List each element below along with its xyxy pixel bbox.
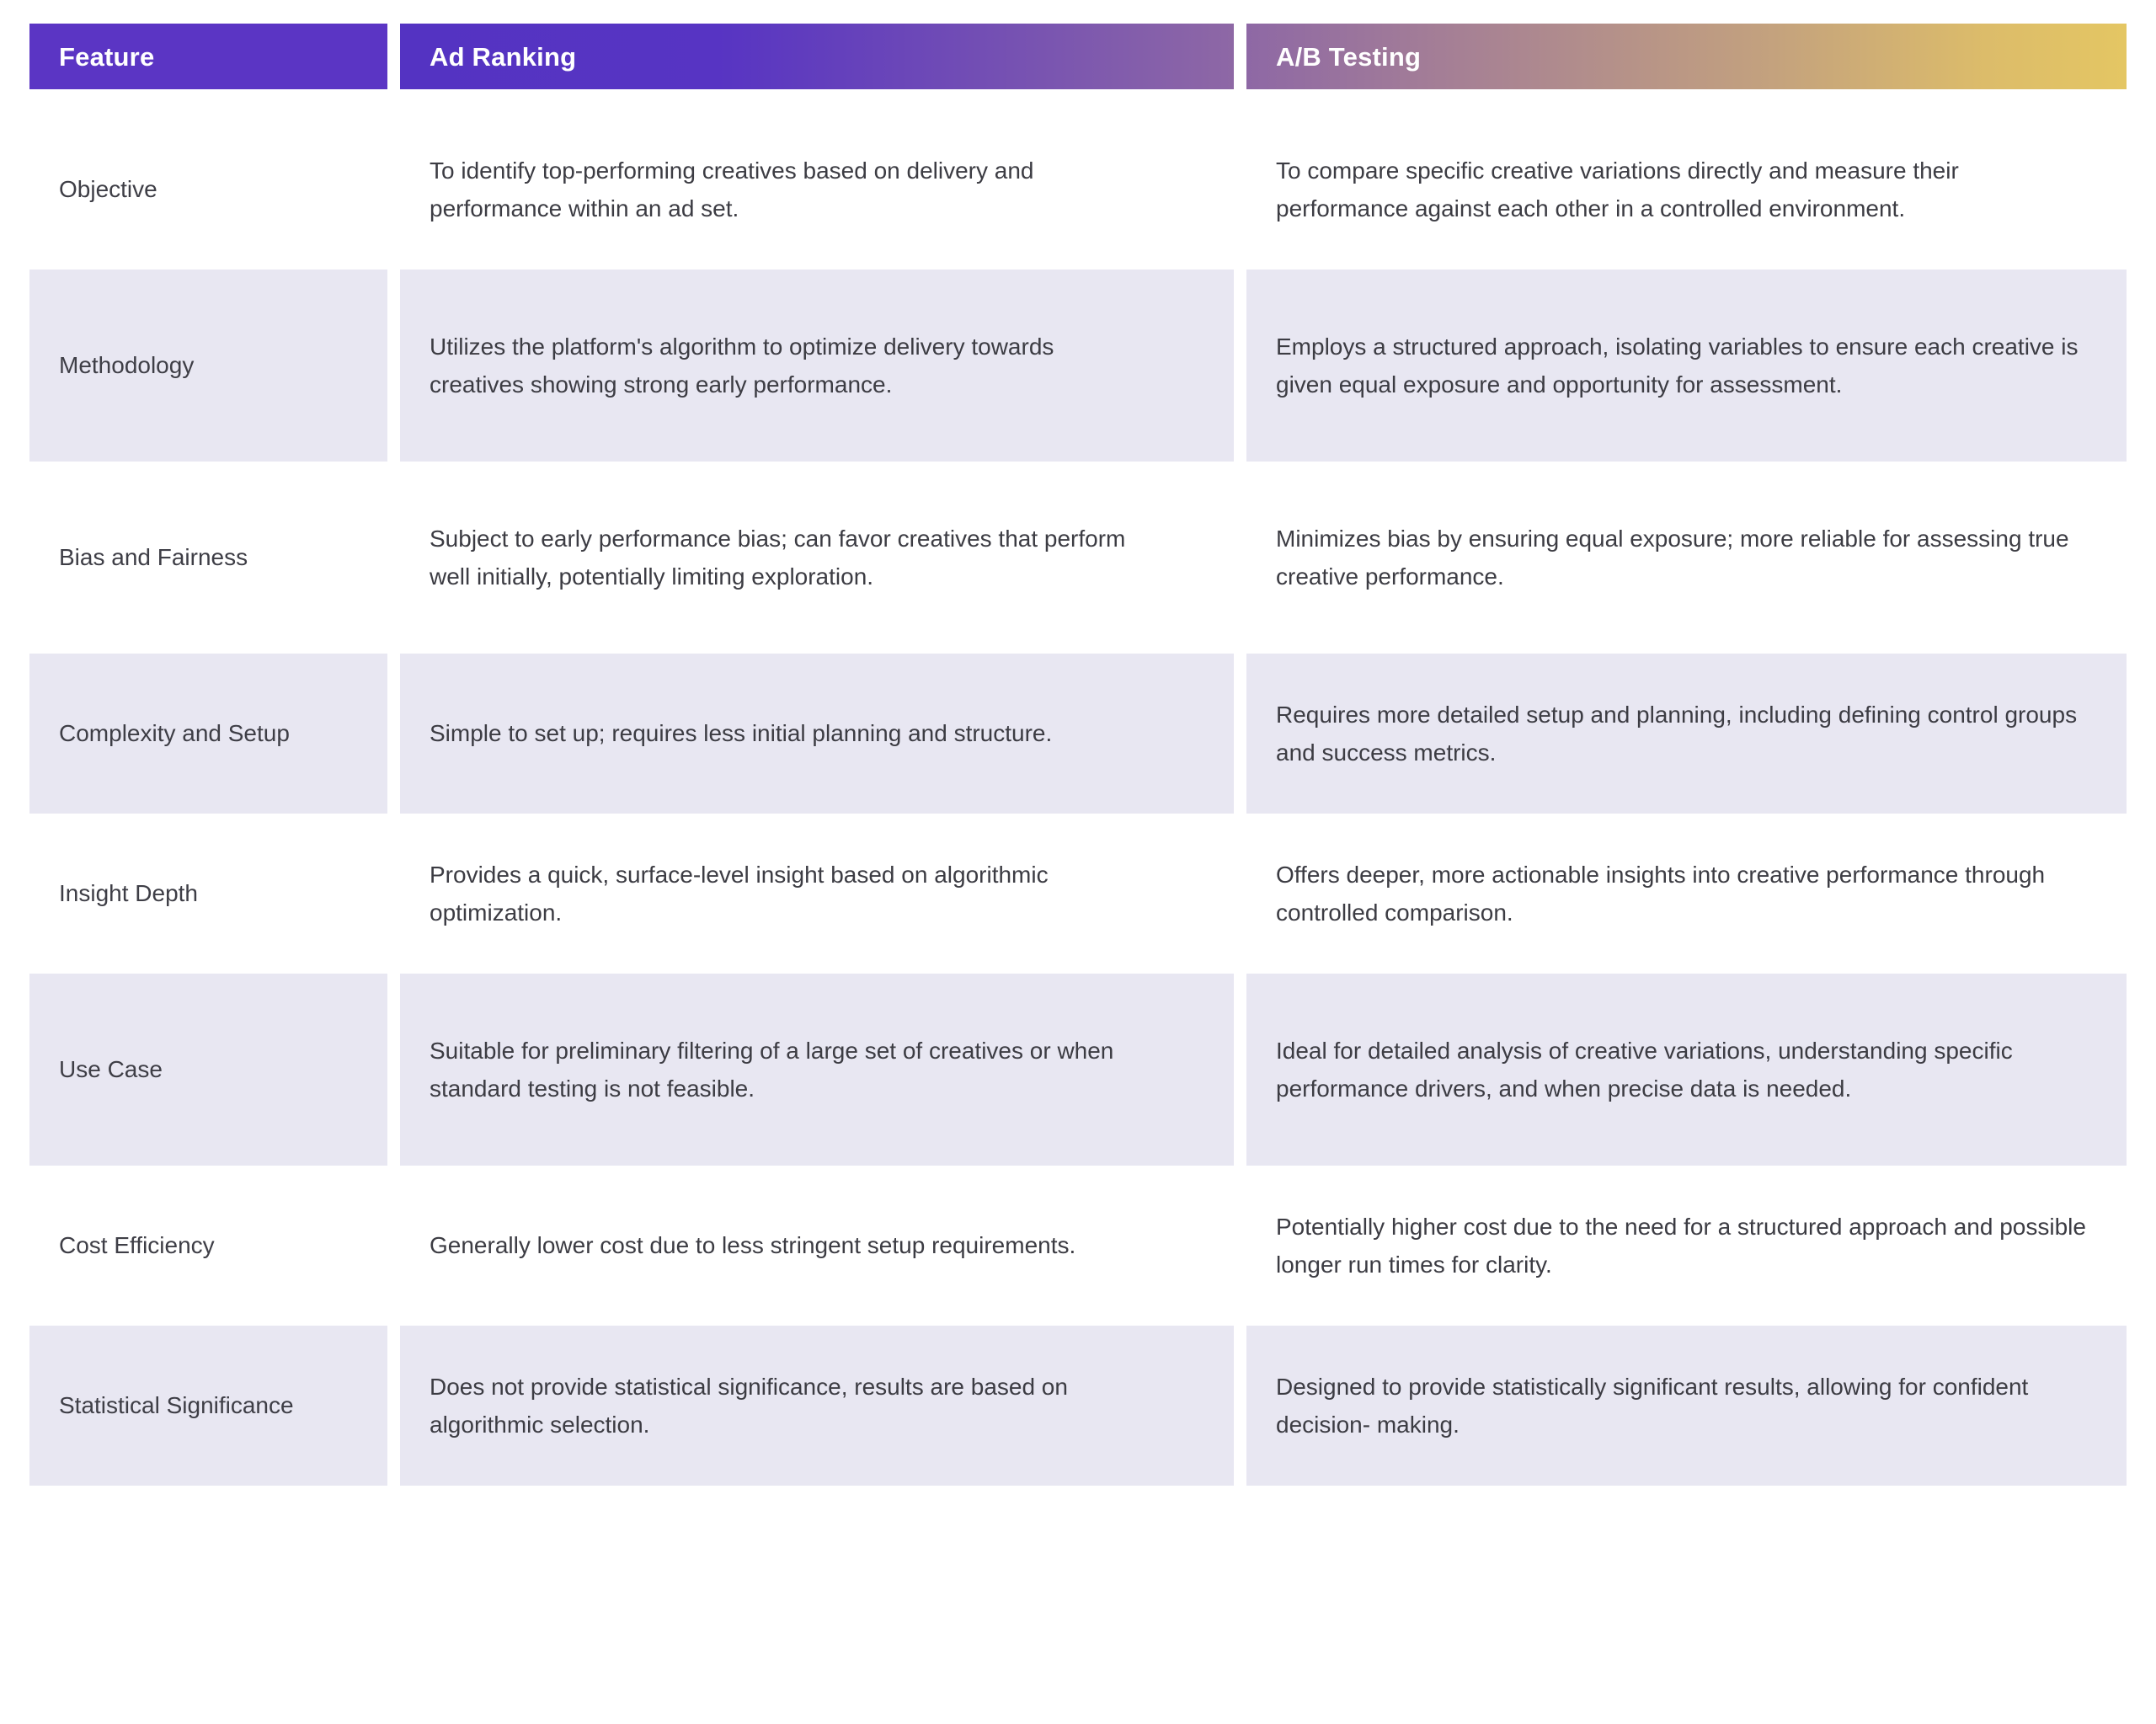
row-feature-cell: Cost Efficiency [29, 1166, 387, 1326]
row-ad-ranking-cell: Generally lower cost due to less stringe… [400, 1166, 1234, 1326]
row-feature-label: Use Case [59, 1056, 163, 1083]
table-row: Use Case Suitable for preliminary filter… [0, 974, 2156, 1166]
row-ad-ranking-text: Generally lower cost due to less stringe… [430, 1232, 1076, 1259]
row-feature-label: Statistical Significance [59, 1392, 294, 1419]
table-row: Objective To identify top-performing cre… [0, 109, 2156, 270]
row-feature-cell: Methodology [29, 270, 387, 462]
row-ab-testing-text: Offers deeper, more actionable insights … [1276, 861, 2046, 926]
row-ad-ranking-text: To identify top-performing creatives bas… [430, 157, 1034, 222]
row-feature-cell: Complexity and Setup [29, 654, 387, 814]
row-ab-testing-cell: Requires more detailed setup and plannin… [1246, 654, 2127, 814]
row-feature-cell: Bias and Fairness [29, 462, 387, 654]
table-row: Statistical Significance Does not provid… [0, 1326, 2156, 1486]
row-ab-testing-cell: Designed to provide statistically signif… [1246, 1326, 2127, 1486]
row-feature-cell: Use Case [29, 974, 387, 1166]
row-ad-ranking-cell: Suitable for preliminary filtering of a … [400, 974, 1234, 1166]
row-ad-ranking-text: Provides a quick, surface-level insight … [430, 861, 1049, 926]
table-row: Complexity and Setup Simple to set up; r… [0, 654, 2156, 814]
row-ab-testing-text: Potentially higher cost due to the need … [1276, 1213, 2086, 1278]
column-header-feature-label: Feature [59, 41, 155, 72]
row-ab-testing-cell: To compare specific creative variations … [1246, 109, 2127, 270]
row-ad-ranking-cell: To identify top-performing creatives bas… [400, 109, 1234, 270]
row-ad-ranking-text: Subject to early performance bias; can f… [430, 525, 1126, 590]
row-ad-ranking-text: Suitable for preliminary filtering of a … [430, 1037, 1114, 1102]
row-ab-testing-text: To compare specific creative variations … [1276, 157, 1959, 222]
table-row: Insight Depth Provides a quick, surface-… [0, 814, 2156, 974]
row-ab-testing-text: Requires more detailed setup and plannin… [1276, 701, 2078, 766]
row-feature-cell: Statistical Significance [29, 1326, 387, 1486]
row-ad-ranking-text: Simple to set up; requires less initial … [430, 720, 1053, 747]
table-header-row: Feature Ad Ranking A/B Testing [0, 24, 2156, 89]
row-ad-ranking-cell: Simple to set up; requires less initial … [400, 654, 1234, 814]
row-ad-ranking-cell: Utilizes the platform's algorithm to opt… [400, 270, 1234, 462]
row-feature-cell: Insight Depth [29, 814, 387, 974]
row-feature-label: Complexity and Setup [59, 720, 290, 747]
row-ad-ranking-cell: Provides a quick, surface-level insight … [400, 814, 1234, 974]
row-ab-testing-text: Ideal for detailed analysis of creative … [1276, 1037, 2013, 1102]
row-feature-label: Objective [59, 176, 157, 203]
row-feature-label: Methodology [59, 352, 195, 379]
row-ab-testing-cell: Potentially higher cost due to the need … [1246, 1166, 2127, 1326]
row-ab-testing-text: Designed to provide statistically signif… [1276, 1373, 2029, 1438]
column-header-ad-ranking: Ad Ranking [400, 24, 1234, 89]
row-ab-testing-text: Minimizes bias by ensuring equal exposur… [1276, 525, 2069, 590]
table-row: Methodology Utilizes the platform's algo… [0, 270, 2156, 462]
table-row: Bias and Fairness Subject to early perfo… [0, 462, 2156, 654]
comparison-table: Feature Ad Ranking A/B Testing Objective… [0, 24, 2156, 1724]
row-ad-ranking-text: Utilizes the platform's algorithm to opt… [430, 333, 1054, 398]
row-ab-testing-text: Employs a structured approach, isolating… [1276, 333, 2079, 398]
row-ab-testing-cell: Offers deeper, more actionable insights … [1246, 814, 2127, 974]
column-header-ab-testing-label: A/B Testing [1276, 41, 1422, 72]
row-ad-ranking-cell: Subject to early performance bias; can f… [400, 462, 1234, 654]
row-feature-label: Bias and Fairness [59, 544, 248, 571]
row-ad-ranking-text: Does not provide statistical significanc… [430, 1373, 1068, 1438]
column-header-feature: Feature [29, 24, 387, 89]
row-ab-testing-cell: Ideal for detailed analysis of creative … [1246, 974, 2127, 1166]
column-header-ad-ranking-label: Ad Ranking [430, 41, 577, 72]
row-feature-cell: Objective [29, 109, 387, 270]
row-ab-testing-cell: Employs a structured approach, isolating… [1246, 270, 2127, 462]
row-ad-ranking-cell: Does not provide statistical significanc… [400, 1326, 1234, 1486]
row-feature-label: Cost Efficiency [59, 1232, 215, 1259]
table-row: Cost Efficiency Generally lower cost due… [0, 1166, 2156, 1326]
row-ab-testing-cell: Minimizes bias by ensuring equal exposur… [1246, 462, 2127, 654]
row-feature-label: Insight Depth [59, 880, 198, 907]
column-header-ab-testing: A/B Testing [1246, 24, 2127, 89]
